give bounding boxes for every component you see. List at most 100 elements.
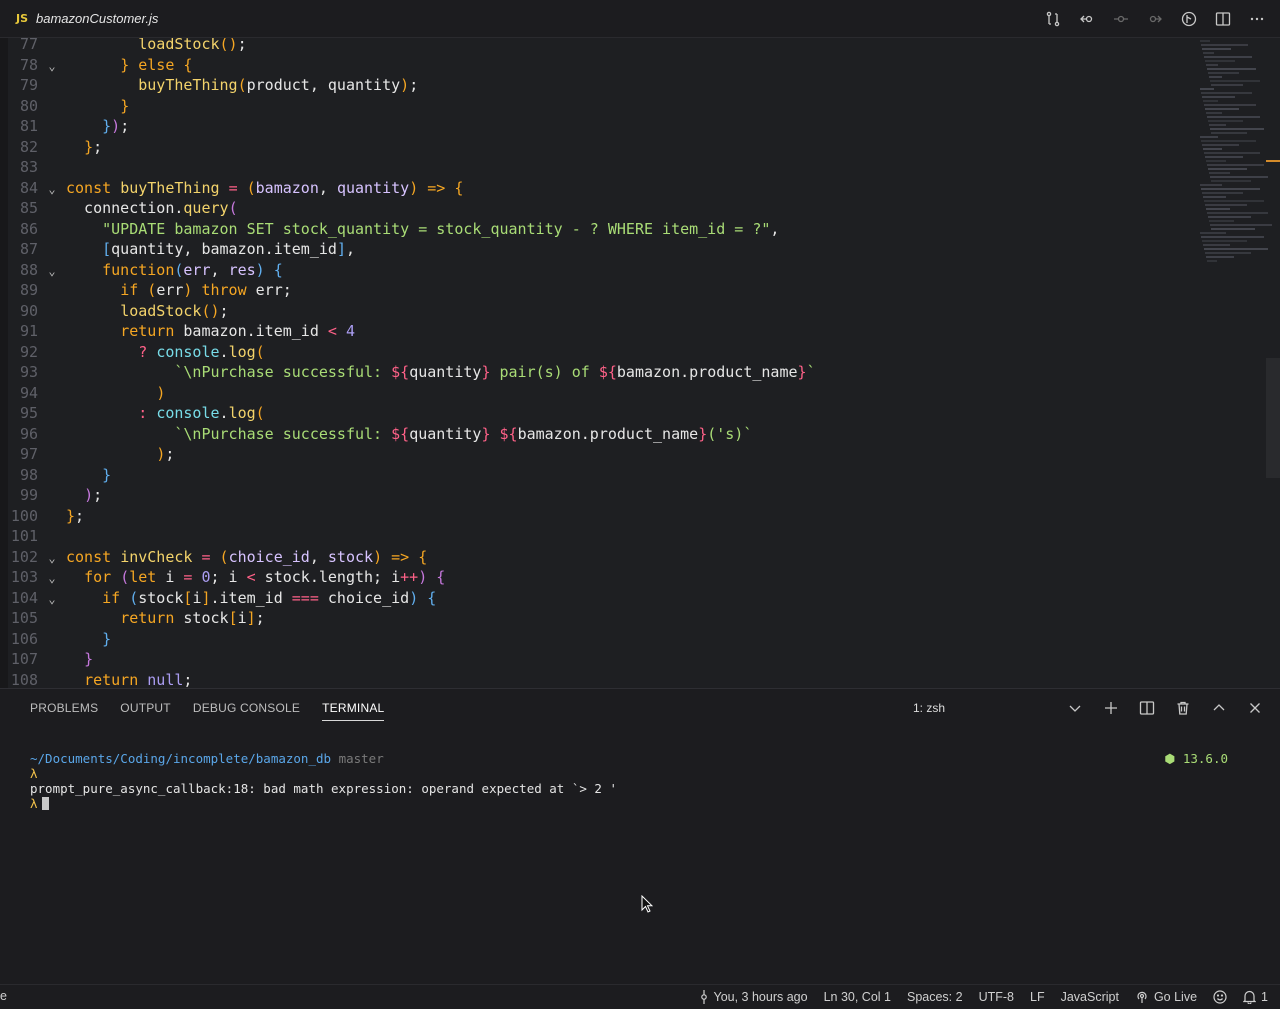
code-line[interactable]: 99 ); bbox=[8, 485, 1198, 506]
open-changes-icon[interactable] bbox=[1078, 10, 1096, 28]
code-line[interactable]: 100 }; bbox=[8, 506, 1198, 527]
split-terminal-icon[interactable] bbox=[1138, 699, 1156, 717]
code-line[interactable]: 96 `\nPurchase successful: ${quantity} $… bbox=[8, 424, 1198, 445]
line-number: 99 bbox=[19, 486, 38, 504]
fold-gutter bbox=[38, 138, 66, 159]
code-line[interactable]: 102 ⌄ const invCheck = (choice_id, stock) … bbox=[8, 547, 1198, 568]
tab-debug-console[interactable]: DEBUG CONSOLE bbox=[193, 689, 300, 727]
minimap[interactable] bbox=[1200, 38, 1274, 298]
code-line[interactable]: 101 bbox=[8, 526, 1198, 547]
minimap-line bbox=[1204, 56, 1252, 58]
fold-chevron-icon[interactable]: ⌄ bbox=[38, 568, 66, 589]
minimap-line bbox=[1204, 248, 1268, 250]
code-line[interactable]: 85 connection.query( bbox=[8, 198, 1198, 219]
code-text: ); bbox=[156, 445, 175, 463]
code-text: } bbox=[84, 650, 94, 668]
bell-icon bbox=[1243, 990, 1257, 1004]
code-line[interactable]: 94 ) bbox=[8, 383, 1198, 404]
tab-problems[interactable]: PROBLEMS bbox=[30, 689, 98, 727]
code-line[interactable]: 92 ? console.log( bbox=[8, 342, 1198, 363]
git-lens-icon[interactable] bbox=[1180, 10, 1198, 28]
next-revision-icon[interactable] bbox=[1146, 10, 1164, 28]
language-mode[interactable]: JavaScript bbox=[1061, 990, 1119, 1004]
code-line[interactable]: 86 "UPDATE bamazon SET stock_quantity = … bbox=[8, 219, 1198, 240]
code-line[interactable]: 98 } bbox=[8, 465, 1198, 486]
chevron-down-icon[interactable] bbox=[1066, 699, 1084, 717]
tab-output[interactable]: OUTPUT bbox=[120, 689, 171, 727]
line-number: 104 bbox=[10, 588, 38, 607]
code-line[interactable]: 89 if (err) throw err; bbox=[8, 280, 1198, 301]
minimap-line bbox=[1211, 84, 1243, 86]
fold-gutter bbox=[38, 199, 66, 220]
code-line[interactable]: 106 } bbox=[8, 629, 1198, 650]
node-hexagon-icon: ⬢ bbox=[1164, 751, 1176, 766]
editor-scrollbar[interactable] bbox=[1266, 358, 1280, 478]
fold-gutter bbox=[38, 384, 66, 405]
code-text: `\nPurchase successful: ${quantity} pair… bbox=[174, 363, 816, 381]
code-line[interactable]: 80 } bbox=[8, 96, 1198, 117]
code-line[interactable]: 77 loadStock(); bbox=[8, 38, 1198, 55]
code-line[interactable]: 107 } bbox=[8, 649, 1198, 670]
code-line[interactable]: 79 buyTheThing(product, quantity); bbox=[8, 75, 1198, 96]
terminal-selector[interactable]: 1: zsh bbox=[913, 701, 945, 715]
feedback-smiley-icon[interactable] bbox=[1213, 990, 1227, 1004]
git-blame[interactable]: You, 3 hours ago bbox=[699, 990, 808, 1004]
code-line[interactable]: 82 }; bbox=[8, 137, 1198, 158]
code-line[interactable]: 93 `\nPurchase successful: ${quantity} p… bbox=[8, 362, 1198, 383]
fold-chevron-icon[interactable]: ⌄ bbox=[38, 589, 66, 610]
code-line[interactable]: 97 ); bbox=[8, 444, 1198, 465]
maximize-panel-icon[interactable] bbox=[1210, 699, 1228, 717]
fold-chevron-icon[interactable]: ⌄ bbox=[38, 56, 66, 77]
code-line[interactable]: 88 ⌄ function(err, res) { bbox=[8, 260, 1198, 281]
minimap-line bbox=[1202, 240, 1247, 242]
encoding[interactable]: UTF-8 bbox=[979, 990, 1014, 1004]
fold-gutter bbox=[38, 609, 66, 630]
code-line[interactable]: 108 return null; bbox=[8, 670, 1198, 689]
terminal-output[interactable]: ~/Documents/Coding/incomplete/bamazon_db… bbox=[30, 751, 617, 811]
minimap-line bbox=[1204, 152, 1260, 154]
previous-revision-icon[interactable] bbox=[1112, 10, 1130, 28]
bottom-panel: PROBLEMS OUTPUT DEBUG CONSOLE TERMINAL 1… bbox=[0, 688, 1280, 985]
fold-gutter bbox=[38, 158, 66, 179]
fold-gutter bbox=[38, 117, 66, 138]
code-line[interactable]: 104 ⌄ if (stock[i].item_id === choice_id)… bbox=[8, 588, 1198, 609]
line-number: 89 bbox=[19, 281, 38, 299]
tab-terminal[interactable]: TERMINAL bbox=[322, 689, 385, 727]
minimap-line bbox=[1200, 88, 1214, 90]
end-of-line[interactable]: LF bbox=[1030, 990, 1045, 1004]
code-line[interactable]: 84 ⌄ const buyTheThing = (bamazon, quantit… bbox=[8, 178, 1198, 199]
code-line[interactable]: 103 ⌄ for (let i = 0; i < stock.length; i… bbox=[8, 567, 1198, 588]
compare-changes-icon[interactable] bbox=[1044, 10, 1062, 28]
trash-icon[interactable] bbox=[1174, 699, 1192, 717]
code-text: return null; bbox=[84, 670, 193, 689]
code-editor[interactable]: 77 loadStock(); 78 ⌄ } else {79 buyTheThin… bbox=[0, 38, 1280, 688]
code-line[interactable]: 81 }); bbox=[8, 116, 1198, 137]
line-number: 79 bbox=[19, 76, 38, 94]
new-terminal-icon[interactable] bbox=[1102, 699, 1120, 717]
minimap-line bbox=[1201, 188, 1260, 190]
split-editor-icon[interactable] bbox=[1214, 10, 1232, 28]
go-live-button[interactable]: Go Live bbox=[1135, 990, 1197, 1004]
code-line[interactable]: 91 return bamazon.item_id < 4 bbox=[8, 321, 1198, 342]
fold-gutter bbox=[38, 281, 66, 302]
cursor-position[interactable]: Ln 30, Col 1 bbox=[824, 990, 891, 1004]
code-line[interactable]: 105 return stock[i]; bbox=[8, 608, 1198, 629]
code-line[interactable]: 95 : console.log( bbox=[8, 403, 1198, 424]
fold-gutter bbox=[38, 650, 66, 671]
code-line[interactable]: 83 bbox=[8, 157, 1198, 178]
code-line[interactable]: 78 ⌄ } else { bbox=[8, 55, 1198, 76]
code-lines[interactable]: 77 loadStock(); 78 ⌄ } else {79 buyTheThin… bbox=[8, 38, 1198, 688]
code-line[interactable]: 87 [quantity, bamazon.item_id], bbox=[8, 239, 1198, 260]
fold-chevron-icon[interactable]: ⌄ bbox=[38, 548, 66, 569]
fold-chevron-icon[interactable]: ⌄ bbox=[38, 179, 66, 200]
close-panel-icon[interactable] bbox=[1246, 699, 1264, 717]
fold-chevron-icon[interactable]: ⌄ bbox=[38, 261, 66, 282]
file-tab[interactable]: JS bamazonCustomer.js bbox=[8, 0, 166, 37]
code-line[interactable]: 90 loadStock(); bbox=[8, 301, 1198, 322]
code-text: } bbox=[102, 465, 112, 484]
git-branch: master bbox=[338, 751, 384, 766]
notifications[interactable]: 1 bbox=[1243, 990, 1268, 1004]
line-number: 94 bbox=[19, 383, 38, 402]
more-actions-icon[interactable] bbox=[1248, 10, 1266, 28]
indentation[interactable]: Spaces: 2 bbox=[907, 990, 963, 1004]
